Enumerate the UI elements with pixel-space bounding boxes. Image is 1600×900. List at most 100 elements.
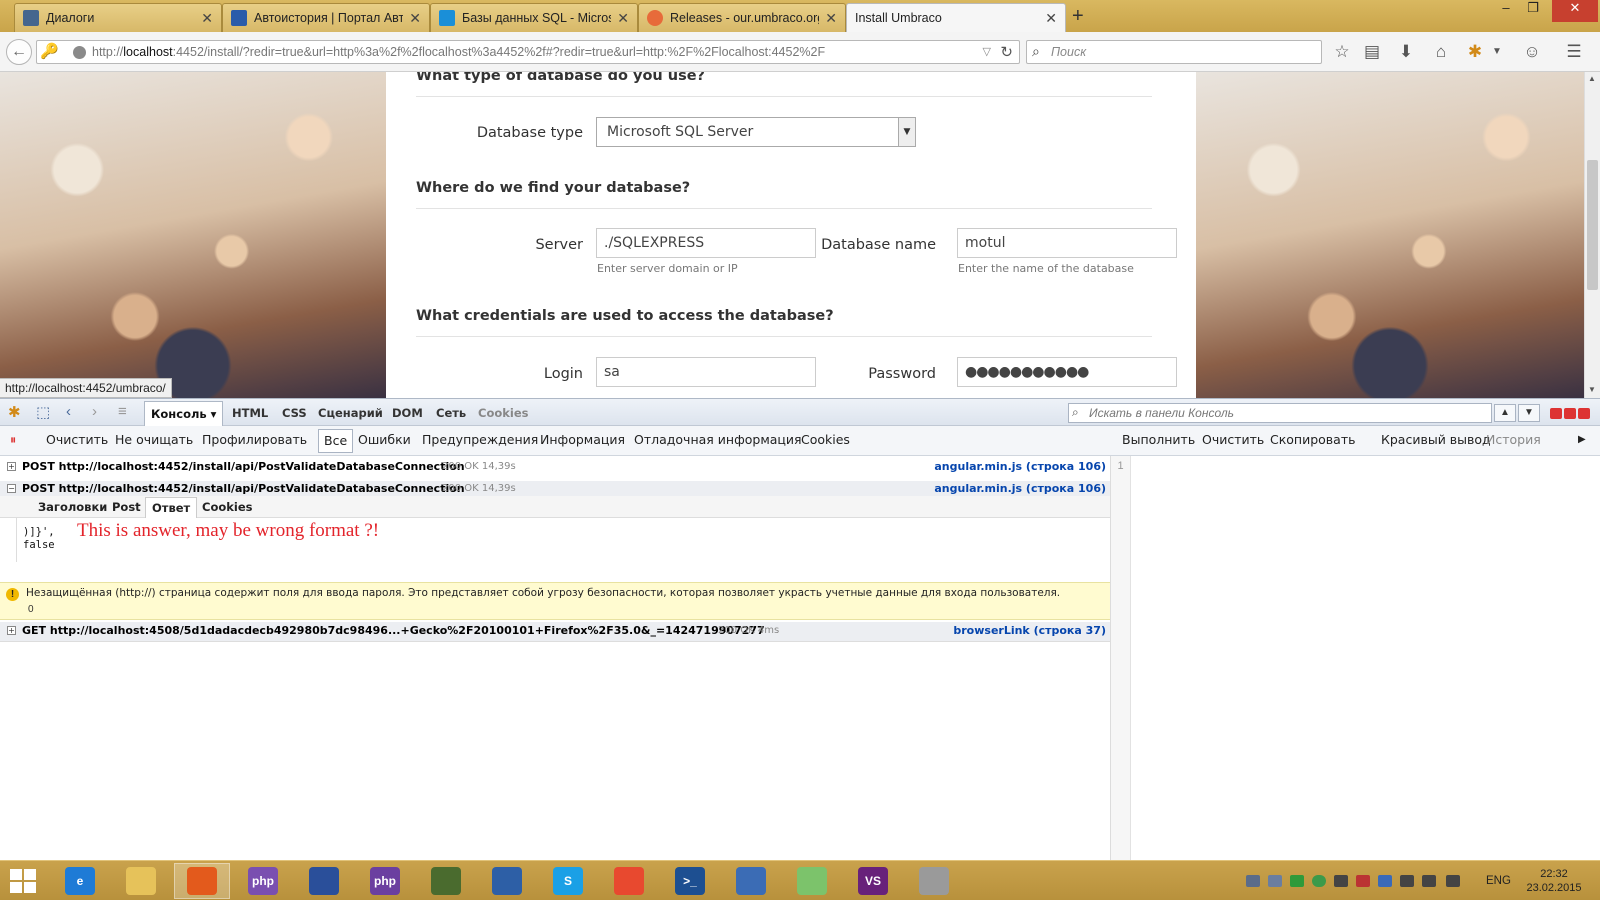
browser-tab-install-umbraco[interactable]: Install Umbraco ✕ — [846, 3, 1066, 32]
taskbar-app-button[interactable] — [723, 863, 779, 899]
address-bar[interactable]: 🔑 http://localhost:4452/install/?redir=t… — [36, 40, 1020, 64]
filter-info-button[interactable]: Информация — [540, 432, 625, 447]
taskbar-app-button[interactable]: >_ — [662, 863, 718, 899]
source-link[interactable]: browserLink (строка 37) — [953, 624, 1106, 637]
filter-all-button[interactable]: Все — [318, 429, 354, 453]
run-button[interactable]: Выполнить — [1122, 432, 1195, 447]
collapse-toggle-icon[interactable]: − — [7, 484, 16, 493]
taskbar-app-button[interactable]: S — [540, 863, 596, 899]
persist-button[interactable]: Не очищать — [115, 432, 193, 447]
system-clock[interactable]: 22:32 23.02.2015 — [1522, 867, 1586, 895]
taskbar-app-button[interactable] — [784, 863, 840, 899]
log-row[interactable]: − POST http://localhost:4452/install/api… — [0, 481, 1110, 496]
subtab-headers[interactable]: Заголовки — [38, 500, 107, 514]
flag-tray-icon[interactable] — [1356, 875, 1370, 887]
source-link[interactable]: angular.min.js (строка 106) — [934, 482, 1106, 495]
reload-icon[interactable]: ↻ — [1000, 43, 1013, 61]
taskbar-app-button[interactable] — [296, 863, 352, 899]
volume-icon[interactable] — [1446, 875, 1460, 887]
menu-icon[interactable]: ☰ — [1563, 42, 1585, 62]
restore-button[interactable]: ❐ — [1522, 0, 1544, 22]
scroll-up-icon[interactable]: ▲ — [1588, 74, 1596, 83]
detach-firebug-icon[interactable] — [1564, 408, 1576, 419]
profile-button[interactable]: Профилировать — [202, 432, 307, 447]
login-input[interactable]: sa — [596, 357, 816, 387]
chat-icon[interactable]: ☺ — [1521, 42, 1543, 62]
browser-tab-dialogs[interactable]: Диалоги ✕ — [14, 3, 222, 32]
tab-script[interactable]: Сценарий — [318, 406, 383, 420]
close-firebug-icon[interactable] — [1578, 408, 1590, 419]
expand-toggle-icon[interactable]: + — [7, 626, 16, 635]
taskbar-app-button[interactable] — [113, 863, 169, 899]
minimize-firebug-icon[interactable] — [1550, 408, 1562, 419]
tab-css[interactable]: CSS — [282, 406, 307, 420]
people-tray-icon[interactable] — [1246, 875, 1260, 887]
copy-button[interactable]: Скопировать — [1270, 432, 1355, 447]
dbname-input[interactable]: motul — [957, 228, 1177, 258]
home-icon[interactable]: ⌂ — [1430, 42, 1452, 62]
taskbar-app-button[interactable]: e — [52, 863, 108, 899]
pretty-print-button[interactable]: Красивый вывод — [1381, 432, 1491, 447]
minimize-button[interactable]: – — [1496, 0, 1516, 22]
browser-tab-umbraco-releases[interactable]: Releases - our.umbraco.org ✕ — [638, 3, 846, 32]
command-editor[interactable]: 1 — [1110, 456, 1600, 860]
taskbar-app-button[interactable] — [601, 863, 657, 899]
tab-cookies[interactable]: Cookies — [478, 406, 528, 420]
browser-tab-autohistory[interactable]: Автоистория | Портал Авт... ✕ — [222, 3, 430, 32]
close-icon[interactable]: ✕ — [617, 10, 629, 27]
chevron-down-icon[interactable]: ▼ — [1486, 46, 1508, 57]
sync-tray-icon[interactable] — [1312, 875, 1326, 887]
log-row[interactable]: + GET http://localhost:4508/5d1dadacdecb… — [0, 622, 1110, 642]
back-arrow-icon[interactable]: ‹ — [66, 403, 71, 420]
search-next-button[interactable]: ▼ — [1518, 404, 1540, 422]
db-type-select[interactable]: Microsoft SQL Server ▼ — [596, 117, 916, 147]
identity-key-icon[interactable]: 🔑 — [40, 42, 59, 60]
log-row[interactable]: + POST http://localhost:4452/install/api… — [0, 458, 1110, 480]
browser-tab-sql-databases[interactable]: Базы данных SQL - Micros... ✕ — [430, 3, 638, 32]
scroll-down-icon[interactable]: ▼ — [1588, 385, 1596, 394]
expand-arrow-icon[interactable]: ▶ — [1578, 434, 1586, 445]
taskbar-app-button[interactable] — [479, 863, 535, 899]
reading-list-icon[interactable]: ▤ — [1361, 42, 1383, 62]
password-input[interactable]: ●●●●●●●●●●● — [957, 357, 1177, 387]
source-link[interactable]: angular.min.js (строка 106) — [934, 460, 1106, 473]
close-window-button[interactable]: ✕ — [1552, 0, 1598, 22]
clear-editor-button[interactable]: Очистить — [1202, 432, 1264, 447]
scrollbar-thumb[interactable] — [1587, 160, 1598, 290]
new-tab-button[interactable]: + — [1072, 5, 1084, 28]
taskbar-app-button[interactable]: VS — [845, 863, 901, 899]
tab-dom[interactable]: DOM — [392, 406, 423, 420]
action-center-icon[interactable] — [1334, 875, 1348, 887]
history-button[interactable]: История — [1486, 432, 1541, 447]
antivirus-tray-icon[interactable] — [1290, 875, 1304, 887]
clear-button[interactable]: Очистить — [46, 432, 108, 447]
battery-icon[interactable] — [1400, 875, 1414, 887]
filter-errors-button[interactable]: Ошибки — [358, 432, 411, 447]
back-button[interactable]: ← — [6, 39, 32, 65]
tab-net[interactable]: Сеть — [436, 406, 466, 420]
close-icon[interactable]: ✕ — [409, 10, 421, 27]
forward-arrow-icon[interactable]: › — [92, 403, 97, 420]
tab-html[interactable]: HTML — [232, 406, 268, 420]
taskbar-app-button[interactable]: php — [235, 863, 291, 899]
tab-console[interactable]: Консоль ▾ — [144, 401, 224, 427]
close-icon[interactable]: ✕ — [825, 10, 837, 27]
search-field[interactable]: ⌕ Поиск — [1026, 40, 1322, 64]
taskbar-app-button[interactable] — [174, 863, 230, 899]
language-indicator[interactable]: ENG — [1486, 875, 1511, 887]
taskbar-app-button[interactable] — [418, 863, 474, 899]
wifi-signal-icon[interactable] — [1422, 875, 1436, 887]
filter-cookies-button[interactable]: Cookies — [801, 432, 850, 447]
filter-warnings-button[interactable]: Предупреждения — [422, 432, 538, 447]
filter-debug-button[interactable]: Отладочная информация — [634, 432, 802, 447]
close-icon[interactable]: ✕ — [1045, 10, 1057, 27]
list-icon[interactable]: ≡ — [118, 403, 127, 420]
subtab-cookies[interactable]: Cookies — [202, 500, 252, 514]
download-icon[interactable]: ⬇ — [1395, 42, 1417, 62]
firebug-icon[interactable]: ✱ — [8, 403, 21, 421]
subtab-response[interactable]: Ответ — [145, 497, 198, 519]
chevron-down-icon[interactable]: ▼ — [898, 118, 915, 146]
subtab-post[interactable]: Post — [112, 500, 141, 514]
taskbar-app-button[interactable] — [906, 863, 962, 899]
firebug-icon[interactable]: ✱ — [1464, 42, 1486, 62]
